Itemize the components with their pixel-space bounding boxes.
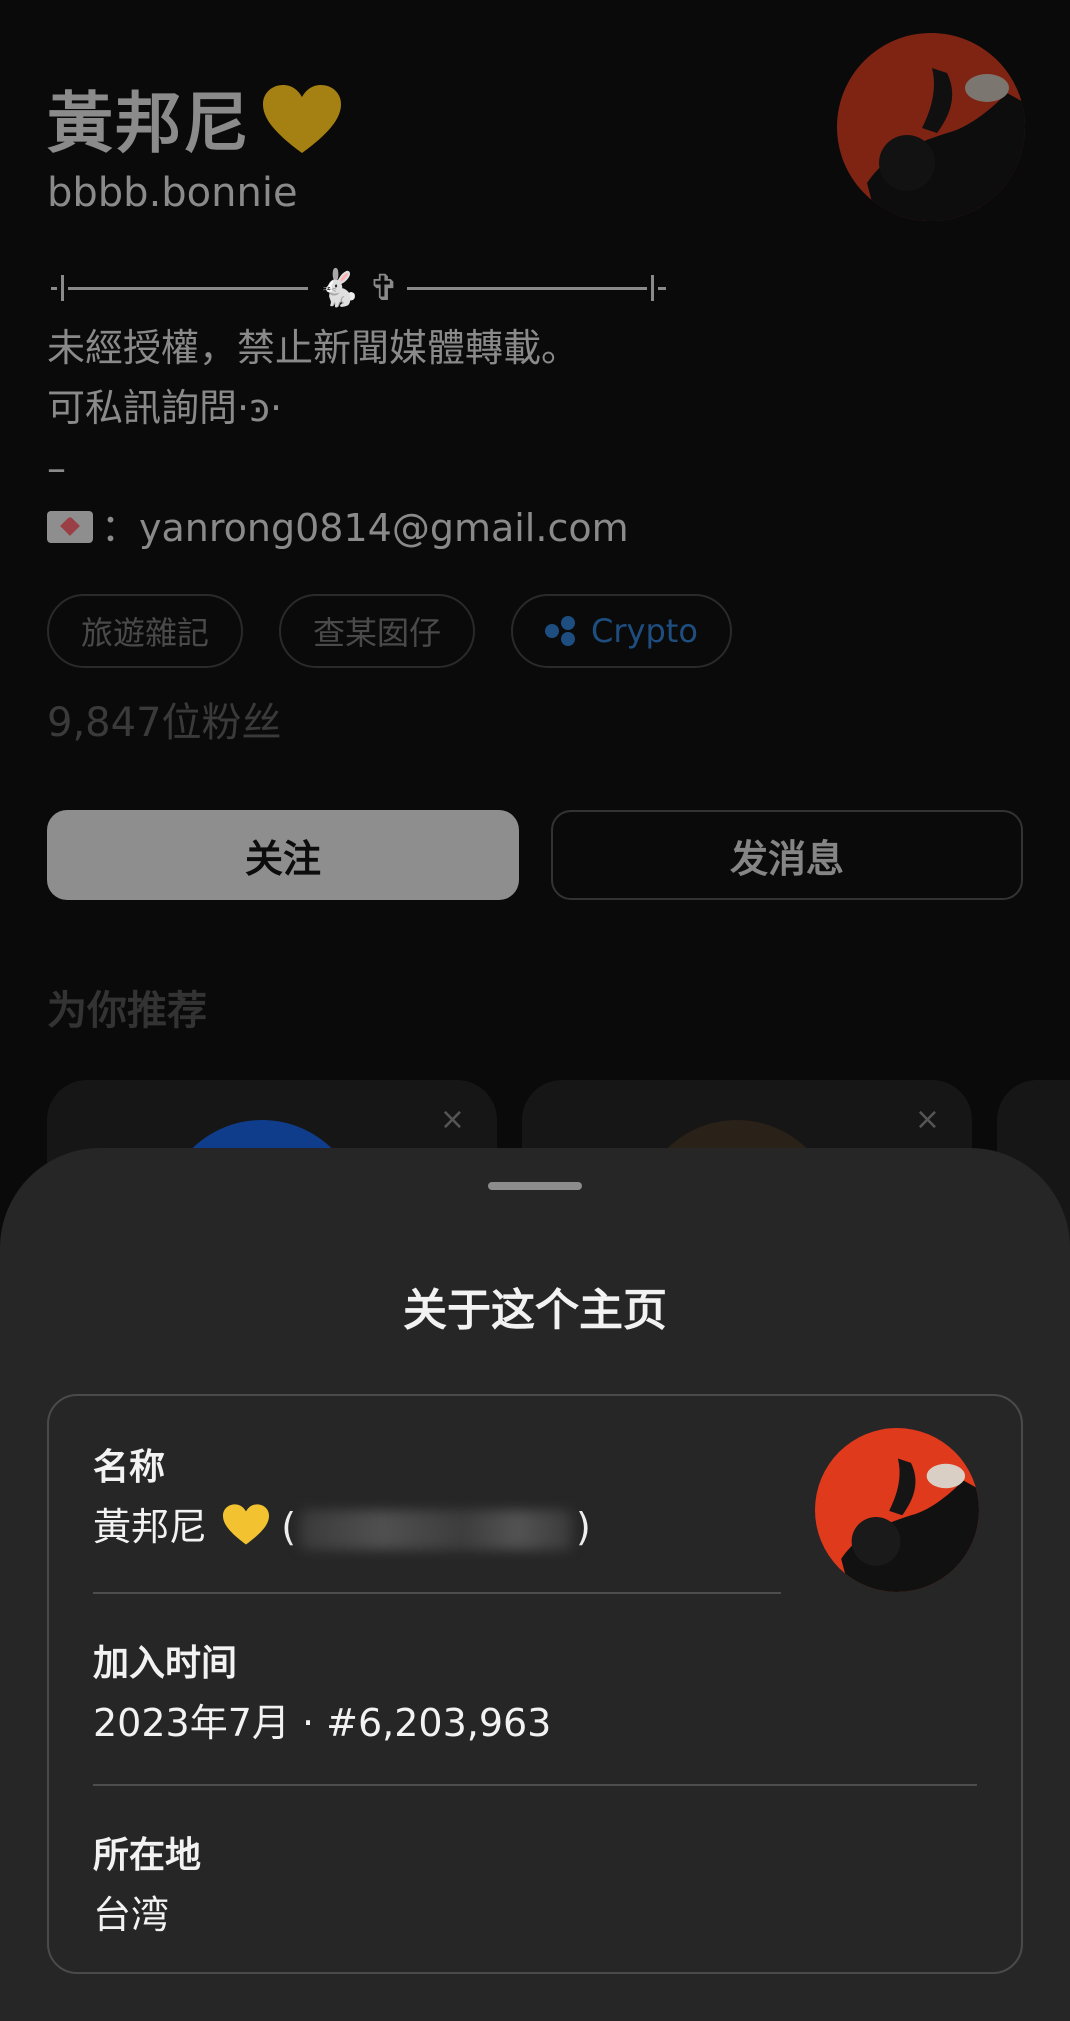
rabbit-icon: 🐇	[316, 268, 361, 309]
bio-line: –	[47, 446, 66, 490]
profile-avatar	[815, 1428, 979, 1592]
bio-line: 未經授權，禁止新聞媒體轉載。	[47, 326, 580, 370]
blurred-name	[300, 1509, 573, 1550]
name-value: 黃邦尼 ()	[93, 1496, 591, 1555]
divider	[93, 1592, 781, 1594]
about-info-card: 名称 黃邦尼 () 加入时间 2023年7月 · #6,203,963 所在地 …	[47, 1394, 1023, 1974]
bio-line: 可私訊詢問·ͽ·	[47, 386, 283, 430]
crypto-icon	[545, 616, 579, 646]
about-sheet: 关于这个主页 名称 黃邦尼 () 加入时间 2023年7月 · #6,203,9…	[0, 1148, 1070, 2021]
profile-name: 黃邦尼	[47, 70, 341, 171]
profile-handle: bbbb.bonnie	[47, 170, 298, 216]
bio-divider: 🐇 ✞	[47, 258, 1007, 318]
location-label: 所在地	[93, 1835, 202, 1876]
close-icon[interactable]: ×	[915, 1102, 940, 1137]
cross-icon: ✞	[368, 267, 399, 309]
joined-value: 2023年7月 · #6,203,963	[93, 1701, 552, 1745]
follow-button[interactable]: 关注	[47, 810, 519, 900]
profile-screen: 黃邦尼 bbbb.bonnie 🐇 ✞ 未經授權，禁止新聞媒體轉載。 可私訊詢問…	[0, 0, 1070, 2021]
love-letter-icon	[47, 510, 93, 543]
chip-travel[interactable]: 旅遊雜記	[47, 594, 244, 668]
yellow-heart-icon	[223, 1504, 270, 1555]
profile-chips: 旅遊雜記 查某囡仔 Crypto	[47, 594, 732, 668]
name-label: 名称	[93, 1447, 166, 1488]
sheet-title: 关于这个主页	[403, 1285, 667, 1336]
message-button[interactable]: 发消息	[551, 810, 1023, 900]
profile-avatar[interactable]	[837, 33, 1025, 221]
chip-crypto[interactable]: Crypto	[511, 594, 732, 668]
email-link[interactable]: yanrong0814@gmail.com	[139, 506, 629, 550]
profile-bio: 🐇 ✞ 未經授權，禁止新聞媒體轉載。 可私訊詢問·ͽ· – ：yanrong08…	[47, 258, 1007, 558]
recommend-title: 为你推荐	[47, 988, 207, 1034]
follower-count[interactable]: 9,847位粉丝	[47, 690, 282, 748]
chip-girl[interactable]: 查某囡仔	[279, 594, 476, 668]
close-icon[interactable]: ×	[440, 1102, 465, 1137]
yellow-heart-icon	[263, 84, 341, 171]
location-value: 台湾	[93, 1893, 170, 1937]
sheet-grabber[interactable]	[488, 1182, 582, 1190]
joined-label: 加入时间	[93, 1643, 238, 1684]
bio-email-line: ：yanrong0814@gmail.com	[47, 498, 1007, 558]
divider	[93, 1784, 977, 1786]
